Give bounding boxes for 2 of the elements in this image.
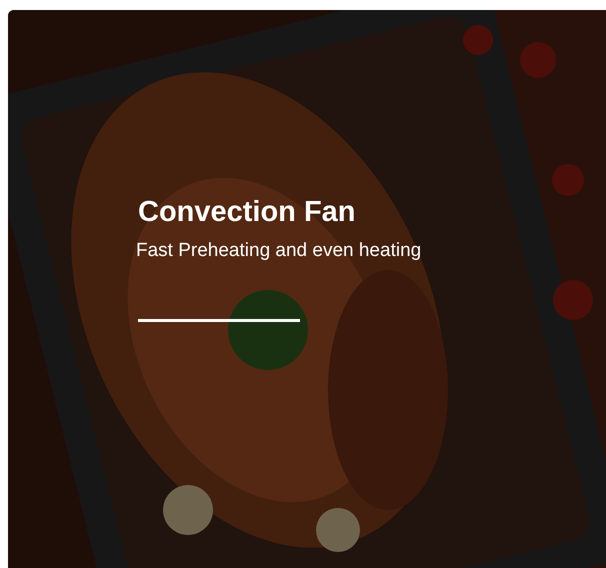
- card-subtitle: Fast Preheating and even heating: [136, 239, 422, 263]
- card-title: Convection Fan: [138, 195, 357, 230]
